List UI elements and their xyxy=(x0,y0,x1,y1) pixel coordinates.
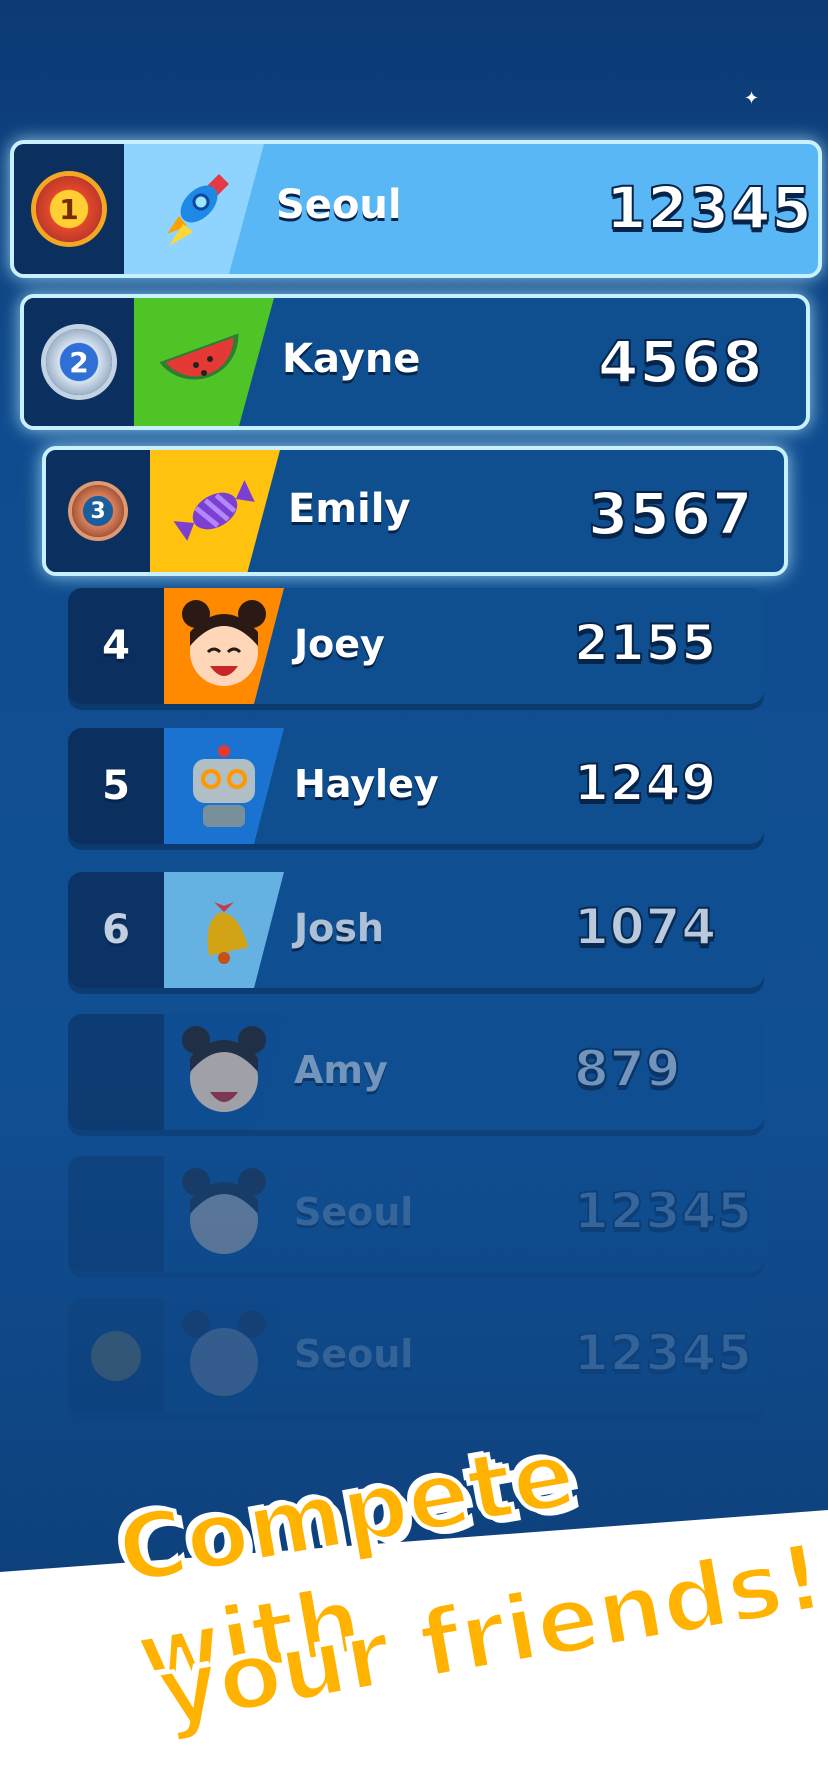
rocket-icon xyxy=(167,174,229,246)
leaderboard-row-3[interactable]: 3 Emily 3567 xyxy=(42,446,788,576)
silver-medal-icon: 2 xyxy=(46,329,112,395)
bell-icon xyxy=(207,902,249,964)
player-score: 1249 xyxy=(573,753,718,813)
player-name: Emily xyxy=(288,486,411,532)
player-name: Seoul xyxy=(276,182,402,228)
robot-icon xyxy=(193,745,255,827)
girl-face-icon xyxy=(182,1168,266,1254)
player-score: 1074 xyxy=(573,897,718,957)
gold-medal-icon xyxy=(91,1331,141,1381)
gold-medal-icon: 1 xyxy=(36,176,102,242)
bell-avatar xyxy=(164,872,284,988)
leaderboard-row-1[interactable]: 1 Seoul 12345 xyxy=(10,140,822,278)
player-score: 12345 xyxy=(573,1181,753,1241)
player-score: 879 xyxy=(573,1039,682,1099)
watermelon-icon xyxy=(159,333,239,380)
leaderboard-row-2[interactable]: 2 Kayne 4568 xyxy=(20,294,810,430)
rank-number: 5 xyxy=(102,763,130,809)
bronze-medal-icon: 3 xyxy=(72,485,124,537)
girl-face-icon xyxy=(182,1026,266,1112)
candy-avatar xyxy=(150,450,280,572)
leaderboard-row-5[interactable]: 5 Hayley 1249 xyxy=(68,728,764,844)
girl-avatar xyxy=(164,1298,284,1414)
leaderboard-row-9[interactable]: Seoul 12345 xyxy=(68,1298,764,1414)
rocket-avatar xyxy=(124,144,264,274)
player-name: Hayley xyxy=(294,762,439,806)
watermelon-avatar xyxy=(134,298,274,426)
player-score: 12345 xyxy=(573,1323,753,1383)
player-name: Seoul xyxy=(294,1190,414,1234)
girl-avatar xyxy=(164,588,284,704)
sparkle-icon: ✦ xyxy=(744,88,760,109)
robot-avatar xyxy=(164,728,284,844)
girl-avatar xyxy=(164,1014,284,1130)
leaderboard-row-6[interactable]: 6 Josh 1074 xyxy=(68,872,764,988)
rank-number: 4 xyxy=(102,623,130,669)
girl-face-icon xyxy=(182,600,266,686)
girl-face-icon xyxy=(182,1310,266,1396)
candy-icon xyxy=(173,480,255,541)
player-name: Josh xyxy=(294,906,384,950)
player-name: Kayne xyxy=(282,336,421,382)
player-score: 2155 xyxy=(573,613,718,673)
player-score: 3567 xyxy=(587,479,754,549)
leaderboard-row-7[interactable]: Amy 879 xyxy=(68,1014,764,1130)
player-name: Joey xyxy=(294,622,385,666)
player-name: Seoul xyxy=(294,1332,414,1376)
player-name: Amy xyxy=(294,1048,388,1092)
leaderboard-row-8[interactable]: Seoul 12345 xyxy=(68,1156,764,1272)
player-score: 4568 xyxy=(597,327,764,397)
rank-number: 6 xyxy=(102,907,130,953)
player-score: 12345 xyxy=(605,173,813,243)
girl-avatar xyxy=(164,1156,284,1272)
leaderboard-row-4[interactable]: 4 Joey 2155 xyxy=(68,588,764,704)
